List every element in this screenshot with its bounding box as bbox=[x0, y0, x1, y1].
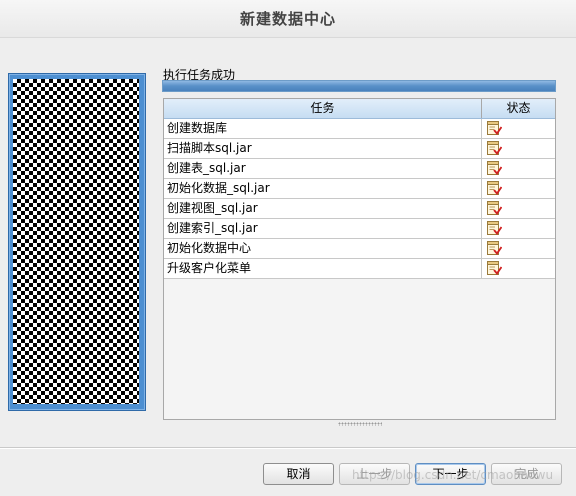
dialog-title: 新建数据中心 bbox=[239, 10, 336, 28]
done-checklist-icon bbox=[486, 221, 503, 236]
progress-fill bbox=[163, 81, 555, 91]
table-row[interactable]: 创建数据库 bbox=[164, 119, 555, 139]
progress-bar bbox=[162, 80, 556, 92]
task-name: 初始化数据中心 bbox=[164, 239, 482, 258]
task-name: 创建数据库 bbox=[164, 119, 482, 138]
done-checklist-icon bbox=[486, 241, 503, 256]
done-checklist-icon bbox=[486, 201, 503, 216]
table-row[interactable]: 升级客户化菜单 bbox=[164, 259, 555, 279]
task-name: 升级客户化菜单 bbox=[164, 259, 482, 278]
task-status bbox=[482, 179, 555, 198]
task-status bbox=[482, 219, 555, 238]
task-name: 创建视图_sql.jar bbox=[164, 199, 482, 218]
table-row[interactable]: 初始化数据_sql.jar bbox=[164, 179, 555, 199]
task-status bbox=[482, 199, 555, 218]
wizard-side-image bbox=[8, 73, 146, 411]
task-status bbox=[482, 119, 555, 138]
watermark: https://blog.csdn.net/cmaohaowu bbox=[352, 468, 554, 482]
task-status bbox=[482, 139, 555, 158]
task-name: 扫描脚本sql.jar bbox=[164, 139, 482, 158]
dialog-header: 新建数据中心 bbox=[0, 0, 576, 38]
placeholder-image bbox=[13, 79, 139, 404]
task-name: 创建索引_sql.jar bbox=[164, 219, 482, 238]
column-header-status[interactable]: 状态 bbox=[482, 99, 555, 118]
resize-grip[interactable] bbox=[338, 422, 382, 426]
table-header: 任务 状态 bbox=[164, 99, 555, 119]
done-checklist-icon bbox=[486, 261, 503, 276]
table-body: 创建数据库 扫描脚本sql.jar 创建表_sql.jar 初始化数据_sql.jar… bbox=[164, 119, 555, 279]
task-status bbox=[482, 239, 555, 258]
table-row[interactable]: 创建视图_sql.jar bbox=[164, 199, 555, 219]
task-table: 任务 状态 创建数据库 扫描脚本sql.jar 创建表_sql.jar 初始化数据_s… bbox=[163, 98, 556, 420]
cancel-button[interactable]: 取消 bbox=[263, 463, 334, 485]
done-checklist-icon bbox=[486, 181, 503, 196]
task-name: 初始化数据_sql.jar bbox=[164, 179, 482, 198]
table-row[interactable]: 创建索引_sql.jar bbox=[164, 219, 555, 239]
done-checklist-icon bbox=[486, 161, 503, 176]
done-checklist-icon bbox=[486, 121, 503, 136]
table-row[interactable]: 扫描脚本sql.jar bbox=[164, 139, 555, 159]
table-row[interactable]: 创建表_sql.jar bbox=[164, 159, 555, 179]
footer-separator bbox=[0, 447, 576, 449]
table-row[interactable]: 初始化数据中心 bbox=[164, 239, 555, 259]
task-name: 创建表_sql.jar bbox=[164, 159, 482, 178]
done-checklist-icon bbox=[486, 141, 503, 156]
task-status bbox=[482, 259, 555, 278]
task-status bbox=[482, 159, 555, 178]
column-header-task[interactable]: 任务 bbox=[164, 99, 482, 118]
